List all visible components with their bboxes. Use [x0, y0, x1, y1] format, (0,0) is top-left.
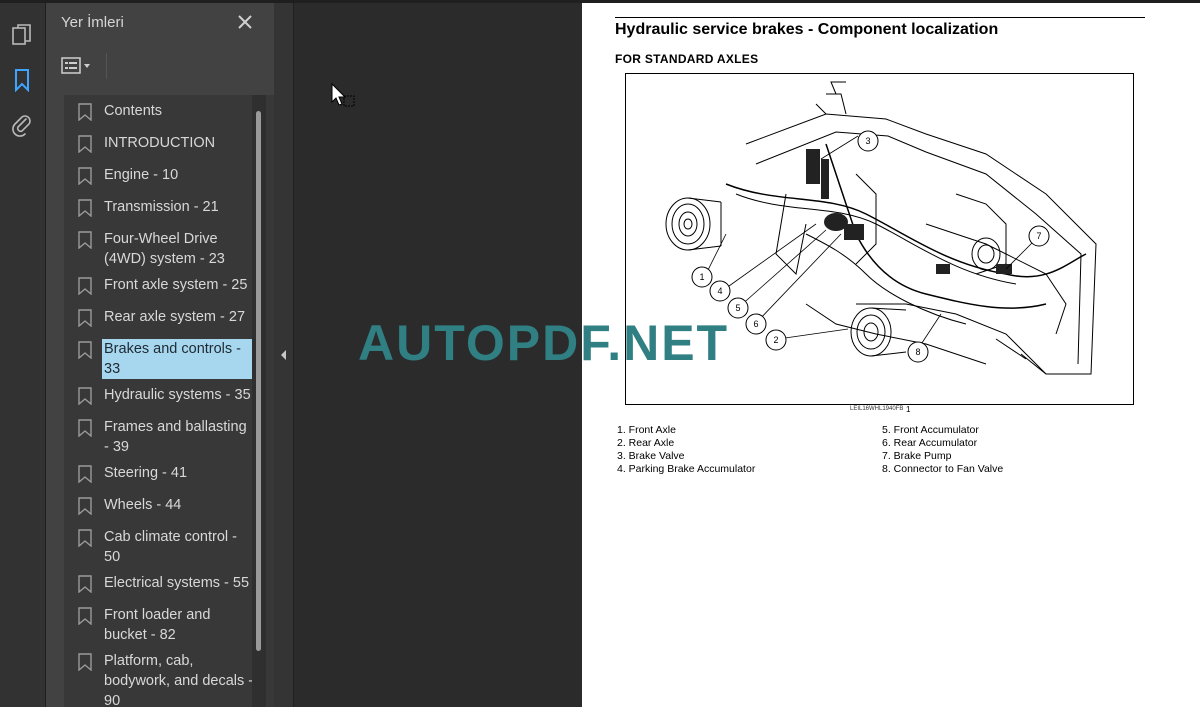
bookmark-icon	[78, 465, 92, 483]
callout-7: 7	[1036, 231, 1041, 241]
callout-4: 4	[717, 286, 722, 296]
page-subtitle: FOR STANDARD AXLES	[615, 52, 759, 66]
legend-right: 5. Front Accumulator 6. Rear Accumulator…	[882, 424, 1003, 476]
header-rule	[615, 17, 1145, 18]
panel-collapse-strip	[274, 3, 294, 707]
legend-item: 6. Rear Accumulator	[882, 437, 978, 449]
bookmark-item[interactable]: Frames and ballasting - 39	[78, 417, 258, 457]
bookmarks-panel: Yer İmleri Contents INTRODUCTION Engine …	[46, 3, 274, 707]
callout-6: 6	[753, 319, 758, 329]
mouse-cursor-icon	[331, 82, 355, 107]
bookmark-icon	[78, 103, 92, 121]
options-icon	[61, 57, 90, 74]
bookmark-item[interactable]: Hydraulic systems - 35	[78, 385, 258, 405]
bookmark-item[interactable]: Electrical systems - 55	[78, 573, 258, 593]
bookmark-options-button[interactable]	[56, 51, 98, 81]
bookmark-item-selected[interactable]: Brakes and controls - 33	[78, 339, 258, 379]
page-title: Hydraulic service brakes - Component loc…	[615, 21, 999, 38]
bookmarks-title: Yer İmleri	[61, 14, 124, 31]
toolbar-separator	[106, 53, 107, 79]
scrollbar-thumb[interactable]	[256, 111, 261, 651]
bookmark-icon	[78, 341, 92, 359]
bookmark-icon[interactable]	[8, 66, 36, 94]
legend-item: 8. Connector to Fan Valve	[882, 463, 1004, 475]
legend-item: 3. Brake Valve	[617, 450, 685, 462]
bookmark-scrollbar[interactable]	[252, 95, 266, 707]
bookmark-item[interactable]: Engine - 10	[78, 165, 258, 185]
bookmark-icon	[78, 575, 92, 593]
callout-5: 5	[735, 303, 740, 313]
bookmark-item[interactable]: Steering - 41	[78, 463, 258, 483]
bookmark-icon	[78, 309, 92, 327]
bookmark-item[interactable]: Wheels - 44	[78, 495, 258, 515]
collapse-arrow-icon[interactable]	[278, 347, 290, 363]
bookmark-icon	[78, 529, 92, 547]
figure-number: 1	[906, 405, 911, 414]
legend-item: 5. Front Accumulator	[882, 424, 979, 436]
bookmark-item[interactable]: Platform, cab, bodywork, and decals - 90	[78, 651, 258, 707]
bookmark-item[interactable]: Contents	[78, 101, 258, 121]
callout-1: 1	[699, 272, 704, 282]
bookmark-icon	[78, 167, 92, 185]
pages-icon[interactable]	[8, 21, 36, 49]
bookmarks-header: Yer İmleri	[46, 3, 274, 43]
bookmark-item[interactable]: Cab climate control - 50	[78, 527, 258, 567]
bookmark-icon	[78, 497, 92, 515]
bookmark-item[interactable]: Transmission - 21	[78, 197, 258, 217]
legend-left: 1. Front Axle 2. Rear Axle 3. Brake Valv…	[617, 424, 755, 476]
bookmark-icon	[78, 419, 92, 437]
bookmark-item[interactable]: Rear axle system - 27	[78, 307, 258, 327]
callout-8: 8	[915, 347, 920, 357]
bookmark-icon	[78, 387, 92, 405]
bookmark-item[interactable]: Front axle system - 25	[78, 275, 258, 295]
bookmark-icon	[78, 199, 92, 217]
bookmark-item[interactable]: Front loader and bucket - 82	[78, 605, 258, 645]
legend-item: 2. Rear Axle	[617, 437, 675, 449]
attachment-icon[interactable]	[8, 111, 36, 139]
tool-strip	[0, 3, 46, 707]
bookmark-item[interactable]: Four-Wheel Drive (4WD) system - 23	[78, 229, 258, 269]
bookmark-icon	[78, 231, 92, 249]
legend-item: 7. Brake Pump	[882, 450, 952, 462]
bookmark-item[interactable]: INTRODUCTION	[78, 133, 258, 153]
bookmark-icon	[78, 607, 92, 625]
close-icon[interactable]	[234, 11, 256, 33]
bookmark-icon	[78, 653, 92, 671]
legend-item: 1. Front Axle	[617, 424, 676, 436]
callout-3: 3	[865, 136, 870, 146]
bookmark-list: Contents INTRODUCTION Engine - 10 Transm…	[64, 95, 274, 707]
bookmark-icon	[78, 277, 92, 295]
watermark: AUTOPDF.NET	[358, 315, 730, 371]
callout-2: 2	[773, 335, 778, 345]
figure-reference: LEIL16WHL1940FB	[850, 406, 904, 412]
legend-item: 4. Parking Brake Accumulator	[617, 463, 756, 475]
bookmark-icon	[78, 135, 92, 153]
